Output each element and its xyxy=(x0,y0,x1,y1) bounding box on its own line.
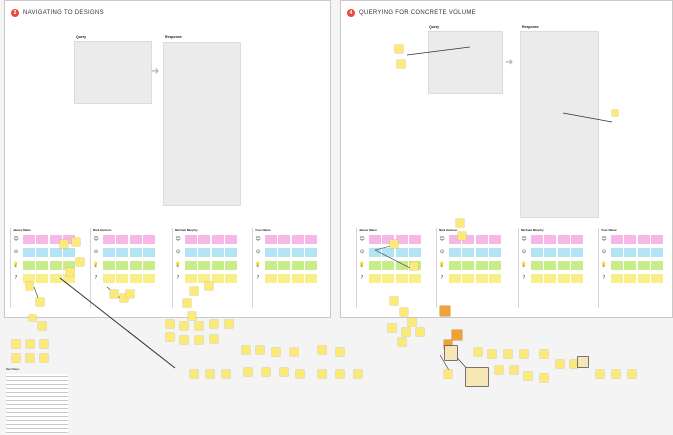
sticky-note[interactable] xyxy=(38,322,46,330)
sticky-note[interactable] xyxy=(570,360,578,368)
sticky-note[interactable] xyxy=(210,320,218,328)
sticky-note[interactable] xyxy=(256,346,264,354)
sticky-note[interactable] xyxy=(524,372,532,380)
sticky-note[interactable] xyxy=(26,340,34,348)
sticky-note[interactable] xyxy=(410,262,418,270)
sticky-note[interactable] xyxy=(510,366,518,374)
sticky-note[interactable] xyxy=(556,360,564,368)
sticky-note[interactable] xyxy=(520,350,528,358)
sticky-note[interactable] xyxy=(398,338,406,346)
sticky-note[interactable] xyxy=(188,312,196,320)
sticky-note-outlined[interactable] xyxy=(445,346,457,360)
sticky-note[interactable] xyxy=(222,370,230,378)
sticky-note[interactable] xyxy=(66,268,74,276)
sticky-note[interactable] xyxy=(495,366,503,374)
sticky-note[interactable] xyxy=(40,354,48,362)
sticky-note[interactable] xyxy=(354,370,362,378)
sticky-note[interactable] xyxy=(280,368,288,376)
sticky-note[interactable] xyxy=(290,348,298,356)
notes-panel-lines xyxy=(6,373,68,434)
sticky-note-highlight[interactable] xyxy=(452,330,462,340)
sticky-note[interactable] xyxy=(456,219,464,227)
sticky-note[interactable] xyxy=(72,238,80,246)
sticky-note[interactable] xyxy=(12,340,20,348)
sticky-note[interactable] xyxy=(180,322,188,330)
sticky-note[interactable] xyxy=(458,232,466,240)
sticky-note[interactable] xyxy=(12,354,20,362)
sticky-note[interactable] xyxy=(596,370,604,378)
sticky-note[interactable] xyxy=(402,328,410,336)
sticky-note[interactable] xyxy=(244,368,252,376)
sticky-note[interactable] xyxy=(388,324,396,332)
sticky-note[interactable] xyxy=(474,348,482,356)
sticky-note[interactable] xyxy=(210,335,218,343)
sticky-note[interactable] xyxy=(540,374,548,382)
sticky-note[interactable] xyxy=(76,258,84,266)
sticky-note[interactable] xyxy=(504,350,512,358)
sticky-note[interactable] xyxy=(195,336,203,344)
sticky-note[interactable] xyxy=(400,308,408,316)
sticky-note[interactable] xyxy=(612,370,620,378)
sticky-note[interactable] xyxy=(36,298,44,306)
sticky-note[interactable] xyxy=(628,370,636,378)
sticky-note[interactable] xyxy=(26,282,33,290)
sticky-note[interactable] xyxy=(195,322,203,330)
sticky-note[interactable] xyxy=(390,240,398,248)
sticky-note-highlight[interactable] xyxy=(440,306,450,316)
sticky-note[interactable] xyxy=(40,340,48,348)
sticky-note[interactable] xyxy=(262,368,270,376)
sticky-note[interactable] xyxy=(397,60,405,68)
sticky-note[interactable] xyxy=(206,370,214,378)
sticky-note[interactable] xyxy=(296,370,304,378)
sticky-note[interactable] xyxy=(488,350,496,358)
sticky-note-outlined[interactable] xyxy=(578,357,588,367)
sticky-note[interactable] xyxy=(60,240,68,248)
sticky-note[interactable] xyxy=(166,333,174,341)
sticky-note[interactable] xyxy=(336,370,344,378)
sticky-note[interactable] xyxy=(390,297,398,305)
sticky-note[interactable] xyxy=(416,328,424,336)
sticky-note[interactable] xyxy=(225,320,233,328)
sticky-note[interactable] xyxy=(183,299,191,307)
sticky-note[interactable] xyxy=(29,315,36,321)
sticky-note[interactable] xyxy=(205,282,213,290)
sticky-note[interactable] xyxy=(126,290,134,298)
notes-panel: Next Steps xyxy=(6,368,68,434)
sticky-note[interactable] xyxy=(408,318,416,326)
sticky-note[interactable] xyxy=(318,370,326,378)
sticky-note[interactable] xyxy=(190,370,198,378)
sticky-note[interactable] xyxy=(110,290,118,298)
sticky-note[interactable] xyxy=(612,110,618,116)
sticky-note[interactable] xyxy=(166,320,174,328)
sticky-note[interactable] xyxy=(540,350,548,358)
sticky-note[interactable] xyxy=(242,346,250,354)
sticky-note[interactable] xyxy=(272,348,280,356)
sticky-note[interactable] xyxy=(336,348,344,356)
sticky-note[interactable] xyxy=(180,336,188,344)
sticky-note[interactable] xyxy=(444,370,452,378)
sticky-note[interactable] xyxy=(26,354,34,362)
sticky-note[interactable] xyxy=(190,287,198,295)
sticky-note-outlined[interactable] xyxy=(466,368,488,386)
sticky-note[interactable] xyxy=(318,346,326,354)
sticky-note[interactable] xyxy=(395,45,403,53)
notes-panel-title: Next Steps xyxy=(6,368,20,371)
